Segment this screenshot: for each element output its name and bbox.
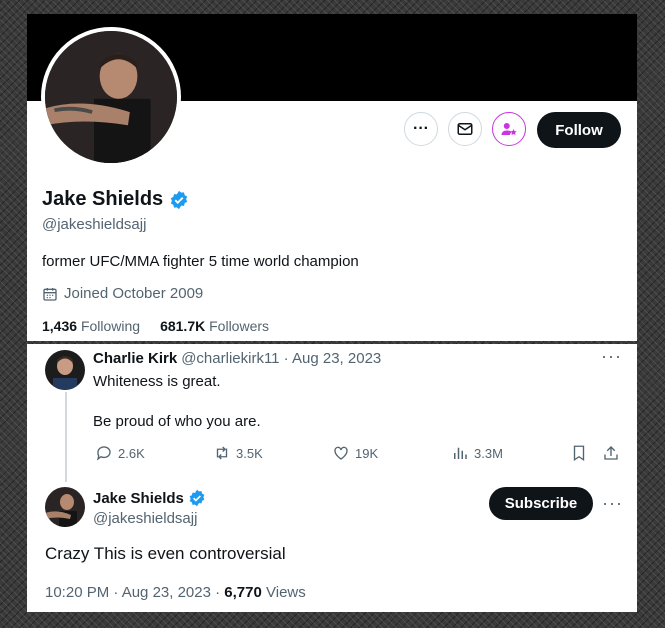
reply-tweet-views-count: 6,770 (224, 584, 262, 601)
followers-count: 681.7K (160, 318, 206, 334)
followers-link[interactable]: 681.7K Followers (160, 318, 269, 334)
reply-tweet-timestamp[interactable]: 10:20 PM · Aug 23, 2023 · (45, 584, 224, 601)
following-label: Following (80, 318, 141, 334)
profile-handle: @jakeshieldsajj (42, 216, 147, 233)
joined-text: Joined October 2009 (64, 285, 204, 302)
retweet-action[interactable]: 3.5K (213, 444, 263, 462)
more-icon: ··· (413, 120, 429, 137)
profile-stats: 1,436 Following 681.7K Followers (42, 318, 269, 334)
mail-icon (457, 123, 473, 135)
profile-bio: former UFC/MMA fighter 5 time world cham… (42, 253, 359, 270)
original-tweet-line2: Be proud of who you are. (93, 413, 261, 430)
original-tweet-handle-date[interactable]: @charliekirk11 · Aug 23, 2023 (181, 350, 381, 367)
reply-tweet-text: Crazy This is even controversial (45, 544, 286, 563)
share-action[interactable] (602, 444, 620, 462)
user-star-icon (501, 123, 517, 136)
reply-tweet-meta: 10:20 PM · Aug 23, 2023 · 6,770 Views (45, 584, 306, 601)
verified-badge-icon (189, 489, 205, 507)
charlie-kirk-avatar[interactable] (45, 350, 85, 390)
profile-card: ··· Follow Jake Shields @jakeshieldsajj … (27, 14, 637, 341)
retweet-count: 3.5K (236, 445, 263, 461)
reply-icon (96, 446, 111, 461)
message-button[interactable] (448, 112, 482, 146)
bookmark-action[interactable] (570, 444, 588, 462)
reply-tweet-header: Jake Shields (93, 489, 206, 507)
original-tweet-author[interactable]: Charlie Kirk (93, 350, 177, 367)
verified-badge-icon (171, 190, 188, 209)
share-icon (604, 446, 618, 460)
subscribe-icon-button[interactable] (492, 112, 526, 146)
analytics-icon (454, 447, 467, 459)
bookmark-icon (573, 445, 585, 462)
calendar-icon (43, 287, 57, 301)
jake-shields-avatar[interactable] (45, 487, 85, 527)
original-tweet-header: Charlie Kirk @charliekirk11 · Aug 23, 20… (93, 350, 381, 367)
profile-joined: Joined October 2009 (42, 285, 203, 302)
tweet-thread-card: Charlie Kirk @charliekirk11 · Aug 23, 20… (27, 344, 637, 612)
followers-label: Followers (209, 318, 270, 334)
retweet-icon (216, 446, 228, 460)
original-tweet-line1: Whiteness is great. (93, 373, 221, 390)
reply-tweet-more-icon[interactable]: ··· (602, 493, 623, 514)
following-link[interactable]: 1,436 Following (42, 318, 140, 334)
reply-count: 2.6K (118, 445, 145, 461)
thread-connector (65, 392, 67, 482)
profile-avatar[interactable] (41, 27, 181, 167)
heart-icon (334, 446, 348, 460)
following-count: 1,436 (42, 318, 78, 334)
reply-action[interactable]: 2.6K (95, 444, 145, 462)
reply-tweet-handle[interactable]: @jakeshieldsajj (93, 510, 197, 527)
subscribe-button[interactable]: Subscribe (489, 487, 593, 520)
profile-name: Jake Shields (42, 188, 164, 210)
follow-button[interactable]: Follow (537, 112, 621, 148)
views-count: 3.3M (474, 445, 503, 461)
more-options-button[interactable]: ··· (404, 112, 438, 146)
like-action[interactable]: 19K (332, 444, 378, 462)
reply-tweet-views-label: Views (266, 584, 306, 601)
views-action[interactable]: 3.3M (451, 444, 503, 462)
reply-tweet-author[interactable]: Jake Shields (93, 490, 184, 507)
like-count: 19K (355, 445, 379, 461)
profile-name-row: Jake Shields (42, 188, 189, 211)
original-tweet-more-icon[interactable]: ··· (601, 346, 622, 367)
